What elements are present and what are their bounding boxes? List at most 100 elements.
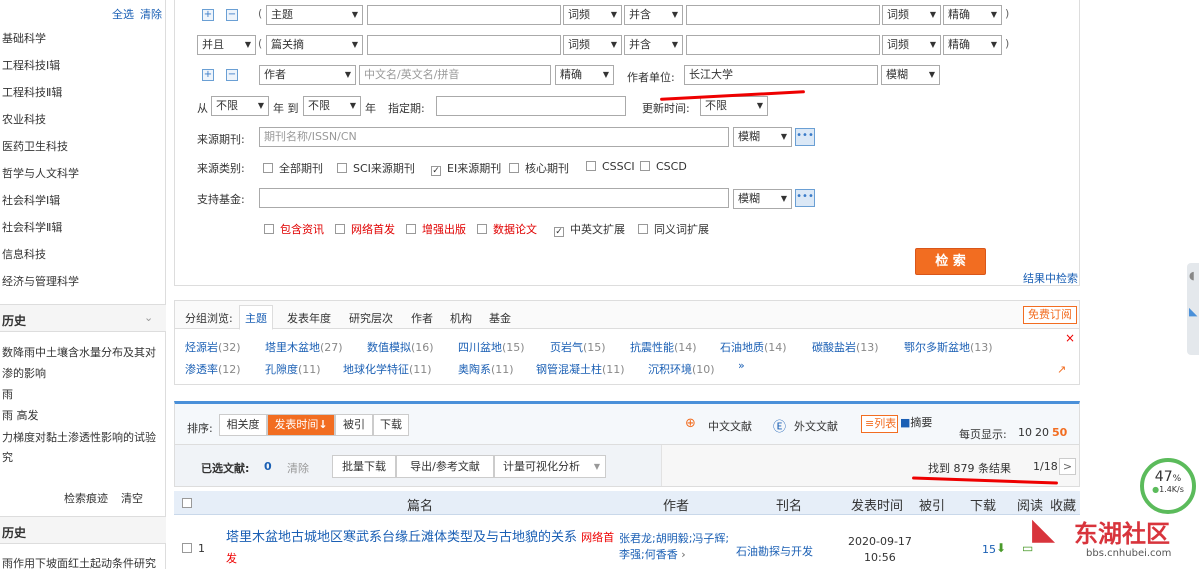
keyword-input-2a[interactable]: [367, 35, 561, 55]
author-input[interactable]: 中文名/英文名/拼音: [359, 65, 551, 85]
category-checkbox-item[interactable]: SCI来源期刊: [337, 160, 415, 176]
checkbox[interactable]: [509, 163, 519, 173]
checkbox[interactable]: [337, 163, 347, 173]
group-tab[interactable]: 机构: [450, 310, 472, 326]
more-tags-link[interactable]: »: [738, 359, 745, 372]
clear-link[interactable]: 清除: [140, 6, 162, 22]
foreign-docs-icon[interactable]: Ⓔ: [773, 416, 786, 435]
history-item[interactable]: 究: [2, 449, 13, 465]
keyword-input-2b[interactable]: [686, 35, 880, 55]
match-select-1a[interactable]: 词频: [563, 5, 622, 25]
topic-tag[interactable]: 鄂尔多斯盆地(13): [904, 339, 993, 355]
specified-input[interactable]: [436, 96, 626, 116]
share-icon[interactable]: ◣: [1189, 305, 1197, 318]
remove-row-icon[interactable]: −: [226, 9, 238, 21]
checkbox[interactable]: [406, 224, 416, 234]
category-checkbox-item[interactable]: CSCD: [640, 160, 687, 173]
bool-select-2[interactable]: 并且: [197, 35, 256, 55]
search-button[interactable]: 检 索: [915, 248, 986, 275]
checkbox[interactable]: [638, 224, 648, 234]
topic-tag[interactable]: 页岩气(15): [550, 339, 606, 355]
extra-checkbox-item[interactable]: 包含资讯: [264, 221, 324, 237]
keyword-input-1a[interactable]: [367, 5, 561, 25]
category-item[interactable]: 社会科学Ⅱ辑: [2, 219, 62, 235]
precision-select-1[interactable]: 精确: [943, 5, 1002, 25]
checkbox[interactable]: [263, 163, 273, 173]
chevron-down-icon[interactable]: ⌄: [144, 311, 153, 324]
history-item[interactable]: 数降雨中土壤含水量分布及其对: [2, 344, 156, 360]
chart-icon[interactable]: ↗: [1057, 363, 1066, 376]
category-item[interactable]: 信息科技: [2, 246, 46, 262]
update-select[interactable]: 不限: [700, 96, 768, 116]
history-item[interactable]: 力梯度对黏土渗透性影响的试验: [2, 429, 156, 445]
year-from-select[interactable]: 不限: [211, 96, 269, 116]
category-item[interactable]: 工程科技Ⅰ辑: [2, 57, 60, 73]
row-checkbox[interactable]: [182, 543, 192, 553]
select-all-link[interactable]: 全选: [112, 6, 134, 22]
topic-tag[interactable]: 碳酸盐岩(13): [812, 339, 879, 355]
feedback-icon[interactable]: ◖: [1189, 269, 1195, 282]
add-author-icon[interactable]: +: [202, 69, 214, 81]
logic-select-2[interactable]: 并含: [624, 35, 683, 55]
fund-match-select[interactable]: 模糊: [733, 189, 792, 209]
checkbox[interactable]: [335, 224, 345, 234]
category-item[interactable]: 农业科技: [2, 111, 46, 127]
year-to-select[interactable]: 不限: [303, 96, 361, 116]
abstract-view-button[interactable]: ■摘要: [900, 415, 938, 433]
history2-item[interactable]: 雨作用下坡面红土起动条件研究: [2, 555, 156, 569]
extra-checkbox-item[interactable]: 数据论文: [477, 221, 537, 237]
topic-tag[interactable]: 塔里木盆地(27): [265, 339, 343, 355]
extra-checkbox-item[interactable]: 同义词扩展: [638, 221, 709, 237]
source-match-select[interactable]: 模糊: [733, 127, 792, 147]
row-title-link[interactable]: 塔里木盆地古城地区寒武系台缘丘滩体类型及与古地貌的关系 网络首发: [226, 527, 618, 569]
topic-tag[interactable]: 沉积环境(10): [648, 361, 715, 377]
source-more-button[interactable]: •••: [795, 128, 815, 146]
group-tab[interactable]: 主题: [239, 305, 273, 330]
extra-checkbox-item[interactable]: ✓ 中英文扩展: [554, 221, 625, 237]
fund-input[interactable]: [259, 188, 729, 208]
export-button[interactable]: 导出/参考文献: [396, 455, 494, 478]
list-view-button[interactable]: ≡列表: [861, 415, 898, 433]
logic-select-1[interactable]: 并含: [624, 5, 683, 25]
extra-checkbox-item[interactable]: 增强出版: [406, 221, 466, 237]
category-checkbox-item[interactable]: ✓ EI来源期刊: [431, 160, 501, 176]
sort-option[interactable]: 相关度: [219, 414, 267, 436]
extra-checkbox-item[interactable]: 网络首发: [335, 221, 395, 237]
match-select-1b[interactable]: 词频: [882, 5, 941, 25]
sort-option[interactable]: 下载: [373, 414, 409, 436]
sort-option[interactable]: 发表时间↓: [267, 414, 335, 436]
field-select-2[interactable]: 篇关摘: [266, 35, 363, 55]
match-select-2b[interactable]: 词频: [882, 35, 941, 55]
checkbox[interactable]: [586, 161, 596, 171]
history-item[interactable]: 渗的影响: [2, 365, 46, 381]
topic-tag[interactable]: 四川盆地(15): [458, 339, 525, 355]
batch-download-button[interactable]: 批量下载: [332, 455, 396, 478]
topic-tag[interactable]: 数值模拟(16): [367, 339, 434, 355]
select-all-checkbox[interactable]: [182, 498, 192, 508]
category-item[interactable]: 经济与管理科学: [2, 273, 79, 289]
category-item[interactable]: 基础科学: [2, 30, 46, 46]
per-page-10[interactable]: 10: [1018, 426, 1032, 439]
field-select-1[interactable]: 主题: [266, 5, 363, 25]
chinese-docs-icon[interactable]: ⊕: [685, 416, 696, 431]
category-item[interactable]: 工程科技Ⅱ辑: [2, 84, 62, 100]
checkbox[interactable]: [640, 161, 650, 171]
author-field-select[interactable]: 作者: [259, 65, 356, 85]
unit-input[interactable]: 长江大学: [684, 65, 878, 85]
group-tab[interactable]: 基金: [489, 310, 511, 326]
topic-tag[interactable]: 地球化学特征(11): [343, 361, 432, 377]
topic-tag[interactable]: 钢管混凝土柱(11): [536, 361, 625, 377]
unit-precision-select[interactable]: 模糊: [881, 65, 940, 85]
chinese-docs-link[interactable]: 中文文献: [708, 418, 752, 434]
row-authors[interactable]: 张君龙;胡明毅;冯子辉;李强;何香香 ›: [619, 531, 731, 563]
topic-tag[interactable]: 孔隙度(11): [265, 361, 321, 377]
checkbox[interactable]: [477, 224, 487, 234]
author-precision-select[interactable]: 精确: [555, 65, 614, 85]
category-checkbox-item[interactable]: 全部期刊: [263, 160, 323, 176]
group-tab[interactable]: 研究层次: [349, 310, 393, 326]
topic-tag[interactable]: 石油地质(14): [720, 339, 787, 355]
foreign-docs-link[interactable]: 外文文献: [794, 418, 838, 434]
category-checkbox-item[interactable]: CSSCI: [586, 160, 635, 173]
add-row-icon[interactable]: +: [202, 9, 214, 21]
match-select-2a[interactable]: 词频: [563, 35, 622, 55]
